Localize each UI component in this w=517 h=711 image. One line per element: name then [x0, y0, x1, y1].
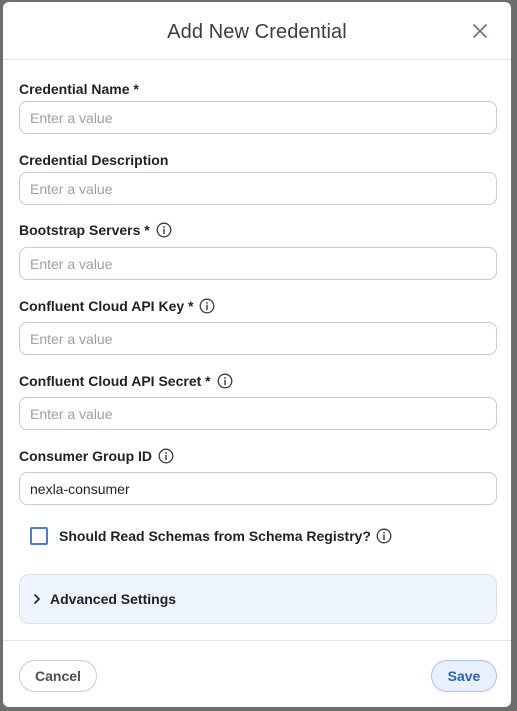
add-credential-dialog: Add New Credential Credential Name * Cre… — [3, 2, 511, 707]
api-secret-input[interactable] — [19, 397, 497, 430]
bootstrap-servers-label: Bootstrap Servers * — [19, 222, 172, 238]
credential-description-input[interactable] — [19, 172, 497, 205]
bootstrap-servers-input[interactable] — [19, 247, 497, 280]
cancel-button[interactable]: Cancel — [19, 660, 97, 692]
dialog-footer: Cancel Save — [3, 640, 511, 707]
info-icon[interactable] — [217, 373, 233, 389]
api-key-label: Confluent Cloud API Key * — [19, 298, 215, 314]
credential-name-input[interactable] — [19, 101, 497, 134]
schema-registry-label: Should Read Schemas from Schema Registry… — [59, 528, 371, 544]
chevron-right-icon — [31, 593, 43, 605]
info-icon[interactable] — [158, 448, 174, 464]
close-button[interactable] — [471, 22, 489, 40]
info-icon[interactable] — [376, 528, 392, 544]
advanced-settings-toggle[interactable]: Advanced Settings — [19, 574, 497, 624]
api-key-input[interactable] — [19, 322, 497, 355]
schema-registry-option: Should Read Schemas from Schema Registry… — [30, 527, 392, 545]
info-icon[interactable] — [199, 298, 215, 314]
credential-description-label: Credential Description — [19, 152, 169, 168]
dialog-title: Add New Credential — [167, 21, 347, 43]
schema-registry-checkbox[interactable] — [30, 527, 48, 545]
advanced-settings-label: Advanced Settings — [50, 591, 177, 607]
consumer-group-id-label: Consumer Group ID — [19, 448, 174, 464]
close-icon — [473, 24, 487, 38]
info-icon[interactable] — [156, 222, 172, 238]
api-secret-label: Confluent Cloud API Secret * — [19, 373, 233, 389]
dialog-header: Add New Credential — [3, 2, 511, 60]
save-button[interactable]: Save — [431, 660, 497, 692]
credential-name-label: Credential Name * — [19, 81, 139, 97]
consumer-group-id-input[interactable] — [19, 472, 497, 505]
